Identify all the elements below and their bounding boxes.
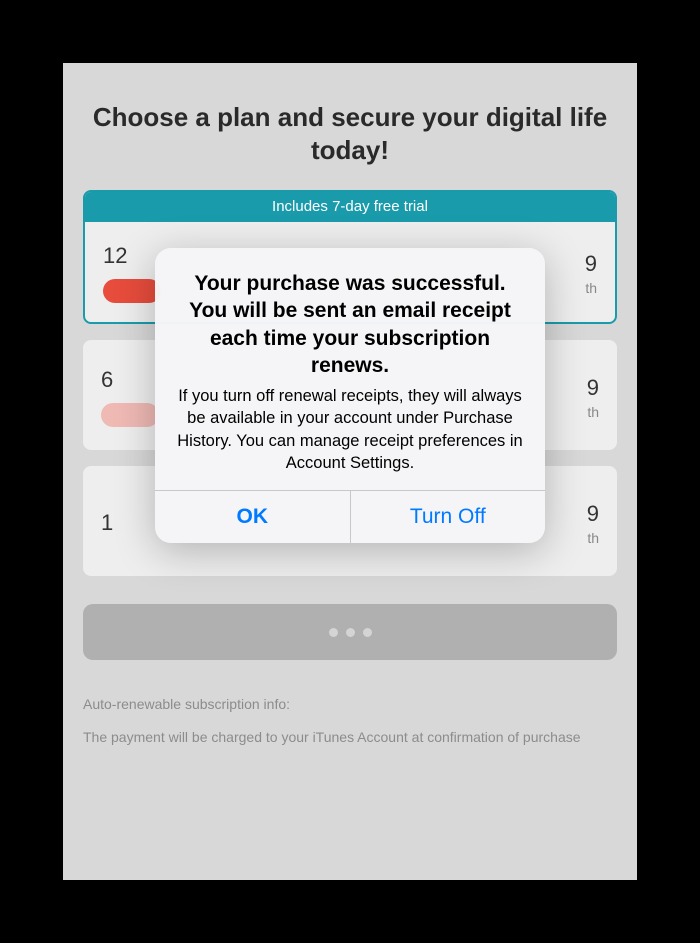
plan-right: 9 th	[585, 251, 597, 296]
ok-button[interactable]: OK	[155, 491, 350, 543]
alert-content: Your purchase was successful. You will b…	[155, 248, 545, 490]
trial-banner: Includes 7-day free trial	[85, 192, 615, 222]
plan-right: 9 th	[587, 501, 599, 546]
plan-price: 9	[585, 251, 597, 277]
plan-period: th	[587, 530, 599, 546]
discount-badge-icon	[103, 279, 161, 303]
plan-price: 9	[587, 375, 599, 401]
alert-message: If you turn off renewal receipts, they w…	[177, 385, 523, 474]
plan-period: th	[585, 280, 597, 296]
subscription-info-body: The payment will be charged to your iTun…	[83, 728, 617, 748]
plan-duration: 1	[101, 510, 113, 536]
page-headline: Choose a plan and secure your digital li…	[83, 101, 617, 166]
plan-duration: 6	[101, 367, 113, 393]
alert-buttons: OK Turn Off	[155, 490, 545, 543]
plan-left: 6	[101, 367, 159, 427]
discount-badge-icon	[101, 403, 159, 427]
plan-price: 9	[587, 501, 599, 527]
continue-button[interactable]	[83, 604, 617, 660]
plan-left: 1	[101, 510, 113, 536]
phone-screen: Choose a plan and secure your digital li…	[63, 63, 637, 880]
loading-dots-icon	[329, 628, 372, 637]
subscription-info-heading: Auto-renewable subscription info:	[83, 696, 617, 712]
plan-left: 12	[103, 243, 161, 303]
plan-duration: 12	[103, 243, 127, 269]
purchase-success-alert: Your purchase was successful. You will b…	[155, 248, 545, 543]
alert-title: Your purchase was successful. You will b…	[177, 270, 523, 379]
plan-period: th	[587, 404, 599, 420]
turn-off-button[interactable]: Turn Off	[350, 491, 546, 543]
plan-right: 9 th	[587, 375, 599, 420]
